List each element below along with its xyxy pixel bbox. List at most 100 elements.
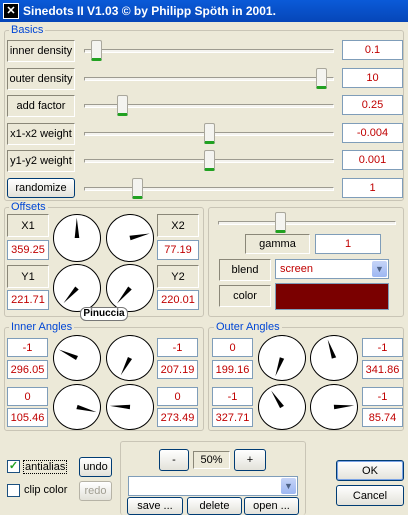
y2-label: Y2 bbox=[157, 265, 199, 288]
inner-angle-3-dial[interactable] bbox=[53, 384, 101, 430]
outer-angle-3-dial[interactable] bbox=[258, 384, 306, 430]
chevron-down-icon: ▼ bbox=[281, 478, 296, 494]
preset-select[interactable]: ▼ bbox=[128, 476, 298, 496]
color-swatch[interactable] bbox=[275, 283, 389, 310]
offsets-legend: Offsets bbox=[9, 201, 48, 213]
x1-value-field[interactable]: 359.25 bbox=[7, 240, 49, 260]
y1-label: Y1 bbox=[7, 265, 49, 288]
dial-needle bbox=[74, 217, 80, 239]
x2-value-field[interactable]: 77.19 bbox=[157, 240, 199, 260]
dial-needle-icon bbox=[58, 349, 79, 360]
x1-offset-dial[interactable] bbox=[53, 214, 101, 262]
dial-needle-icon bbox=[63, 286, 79, 304]
dial-needle-icon bbox=[271, 390, 284, 409]
antialias-checkbox[interactable]: ✓ bbox=[7, 460, 20, 473]
zoom-out-button[interactable]: - bbox=[159, 449, 189, 471]
save-button[interactable]: save ... bbox=[127, 497, 183, 515]
color-label: color bbox=[219, 285, 271, 307]
basics-value-field-4[interactable]: 0.001 bbox=[342, 150, 403, 170]
basics-slider-track-5[interactable] bbox=[84, 186, 334, 191]
inner-angle-4-top[interactable]: 0 bbox=[157, 387, 198, 406]
dial-needle-icon bbox=[327, 339, 337, 359]
zoom-in-button[interactable]: + bbox=[234, 449, 266, 471]
basics-slider-thumb-3[interactable] bbox=[203, 122, 215, 144]
basics-value-field-3[interactable]: -0.004 bbox=[342, 122, 403, 143]
outer-angle-3-top[interactable]: -1 bbox=[212, 387, 253, 406]
inner-angle-4-value[interactable]: 273.49 bbox=[157, 408, 198, 427]
basics-label-3: x1-x2 weight bbox=[7, 122, 75, 145]
dial-needle-icon bbox=[333, 404, 355, 410]
basics-value-field-2[interactable]: 0.25 bbox=[342, 95, 403, 115]
outer-angle-2-dial[interactable] bbox=[310, 335, 358, 381]
dial-needle-icon bbox=[76, 404, 97, 413]
outer-angle-1-dial[interactable] bbox=[258, 335, 306, 381]
inner-angle-3-top[interactable]: 0 bbox=[7, 387, 48, 406]
chevron-down-icon: ▼ bbox=[372, 261, 387, 277]
cancel-button[interactable]: Cancel bbox=[336, 485, 404, 506]
basics-slider-thumb-5[interactable] bbox=[131, 177, 143, 199]
delete-button[interactable]: delete bbox=[187, 497, 242, 515]
open-button[interactable]: open ... bbox=[244, 497, 299, 515]
basics-value-field-1[interactable]: 10 bbox=[342, 67, 403, 88]
undo-button[interactable]: undo bbox=[79, 457, 112, 477]
dial-needle-icon bbox=[120, 356, 133, 376]
inner-angle-4-dial[interactable] bbox=[106, 384, 154, 430]
basics-value-field-0[interactable]: 0.1 bbox=[342, 40, 403, 60]
basics-slider-track-1[interactable] bbox=[84, 76, 334, 81]
inner-angle-2-value[interactable]: 207.19 bbox=[157, 360, 198, 379]
dial-needle bbox=[129, 233, 150, 241]
watermark-label: Pinuccia bbox=[80, 307, 128, 321]
y1-offset-dial[interactable] bbox=[53, 264, 101, 312]
outer-angle-3-value[interactable]: 327.71 bbox=[212, 408, 253, 427]
outer-angle-1-value[interactable]: 199.16 bbox=[212, 360, 253, 379]
dial-needle-icon bbox=[109, 404, 131, 410]
basics-slider-thumb-2[interactable] bbox=[117, 95, 129, 116]
blend-mode-select[interactable]: screen ▼ bbox=[275, 259, 389, 279]
title-bar[interactable]: ✕ Sinedots II V1.03 © by Philipp Spöth i… bbox=[0, 0, 408, 22]
outer-angle-2-value[interactable]: 341.86 bbox=[362, 360, 403, 379]
clip-color-checkbox[interactable] bbox=[7, 484, 20, 497]
outer-angle-1-top[interactable]: 0 bbox=[212, 338, 253, 357]
dial-needle bbox=[275, 357, 285, 377]
inner-angle-1-dial[interactable] bbox=[53, 335, 101, 381]
outer-angle-4-dial[interactable] bbox=[310, 384, 358, 430]
dial-needle bbox=[63, 286, 79, 304]
x2-offset-dial[interactable] bbox=[106, 214, 154, 262]
y1-value-field[interactable]: 221.71 bbox=[7, 290, 49, 310]
basics-label-2: add factor bbox=[7, 95, 75, 117]
inner-angle-3-value[interactable]: 105.46 bbox=[7, 408, 48, 427]
dial-needle bbox=[116, 286, 132, 304]
inner-angle-1-value[interactable]: 296.05 bbox=[7, 360, 48, 379]
ok-button[interactable]: OK bbox=[336, 460, 404, 481]
basics-slider-thumb-1[interactable] bbox=[315, 67, 327, 89]
antialias-label: antialias bbox=[23, 460, 68, 474]
inner-angle-2-top[interactable]: -1 bbox=[157, 338, 198, 357]
gamma-slider-track[interactable] bbox=[218, 221, 396, 225]
window-title: Sinedots II V1.03 © by Philipp Spöth in … bbox=[23, 4, 276, 18]
randomize-button[interactable]: randomize bbox=[7, 177, 75, 198]
basics-slider-track-0[interactable] bbox=[84, 49, 334, 53]
outer-angle-4-value[interactable]: 85.74 bbox=[362, 408, 403, 427]
gamma-value-field[interactable]: 1 bbox=[315, 234, 381, 254]
basics-slider-thumb-0[interactable] bbox=[91, 40, 103, 61]
basics-label-0: inner density bbox=[7, 40, 75, 62]
basics-slider-thumb-4[interactable] bbox=[203, 150, 215, 171]
redo-button[interactable]: redo bbox=[79, 481, 112, 501]
clip-color-label: clip color bbox=[24, 484, 68, 496]
gamma-slider-thumb[interactable] bbox=[274, 212, 286, 233]
dial-needle-icon bbox=[129, 233, 150, 241]
dial-needle bbox=[271, 390, 284, 409]
y2-value-field[interactable]: 220.01 bbox=[157, 290, 199, 310]
basics-value-field-5[interactable]: 1 bbox=[342, 177, 403, 198]
y2-offset-dial[interactable] bbox=[106, 264, 154, 312]
outer-angle-2-top[interactable]: -1 bbox=[362, 338, 403, 357]
inner-angle-1-top[interactable]: -1 bbox=[7, 338, 48, 357]
x2-label: X2 bbox=[157, 214, 199, 237]
app-icon: ✕ bbox=[3, 3, 19, 19]
blend-mode-value: screen bbox=[280, 263, 314, 275]
inner-angle-2-dial[interactable] bbox=[106, 335, 154, 381]
dial-needle-icon bbox=[74, 217, 80, 239]
basics-label-1: outer density bbox=[7, 67, 75, 90]
dial-needle bbox=[58, 349, 79, 360]
outer-angle-4-top[interactable]: -1 bbox=[362, 387, 403, 406]
